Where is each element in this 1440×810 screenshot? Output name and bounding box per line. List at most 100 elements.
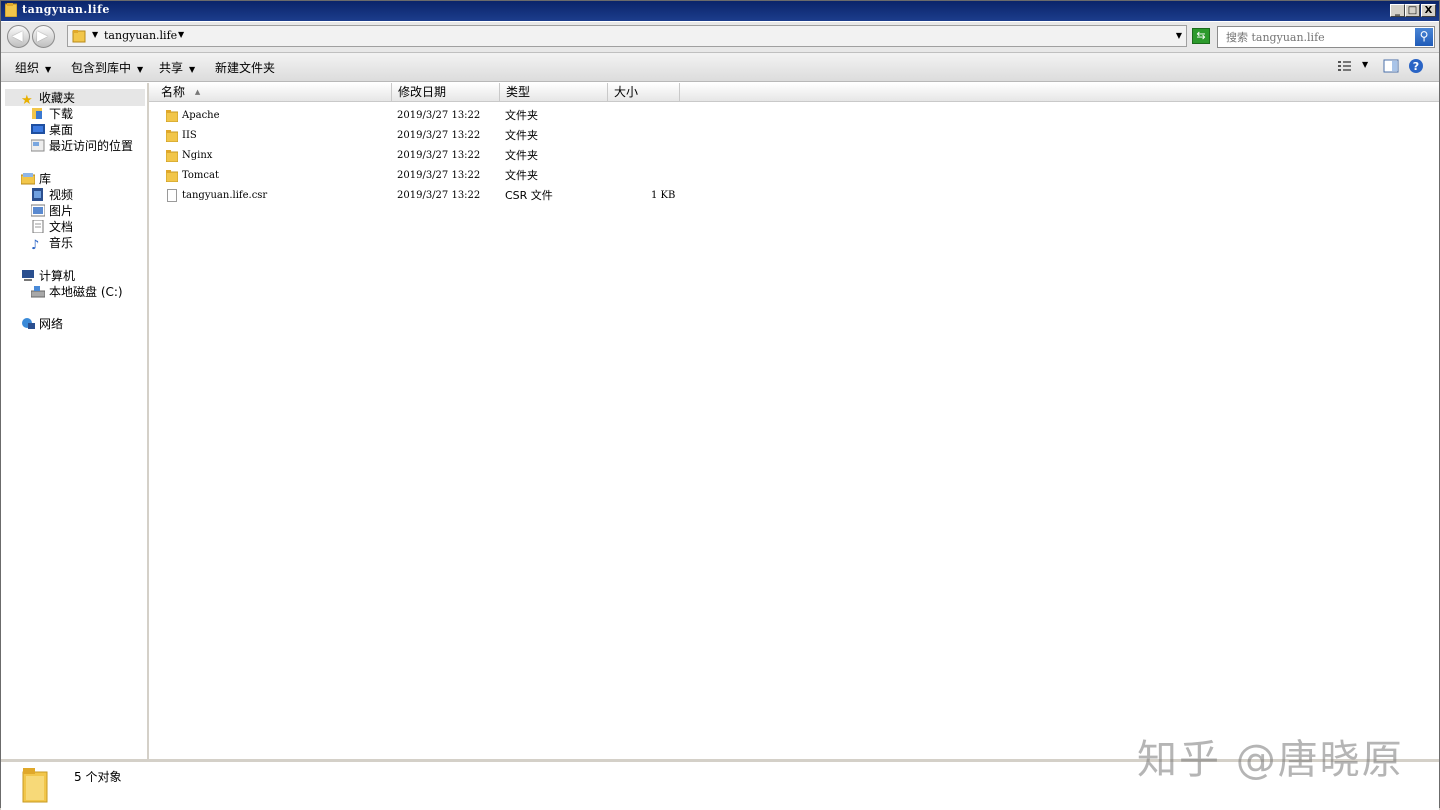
downloads-icon (32, 108, 42, 119)
breadcrumb-current[interactable]: tangyuan.life (104, 29, 177, 42)
nav-label: 文档 (49, 220, 74, 234)
window-title: tangyuan.life (22, 3, 110, 16)
nav-label: 视频 (49, 188, 74, 202)
pictures-icon (31, 204, 45, 217)
video-icon (32, 188, 43, 201)
new-folder-label: 新建文件夹 (215, 61, 276, 75)
file-row-tomcat[interactable]: Tomcat 2019/3/27 13:22 文件夹 (149, 166, 849, 186)
nav-label: 下载 (49, 107, 74, 121)
organize-label: 组织 (15, 61, 40, 75)
column-size-label: 大小 (614, 85, 639, 99)
minimize-button[interactable]: _ (1390, 4, 1405, 17)
chevron-down-icon: ▼ (45, 65, 52, 74)
file-name: Apache (182, 110, 220, 121)
address-dropdown-icon[interactable]: ▼ (1176, 31, 1182, 40)
back-arrow-icon: ◀ (12, 28, 23, 44)
refresh-icon: ⇆ (1196, 29, 1206, 42)
hard-drive-icon (31, 286, 45, 298)
nav-label: 最近访问的位置 (49, 139, 134, 153)
chevron-down-icon: ▼ (189, 65, 196, 74)
view-options-icon[interactable] (1337, 58, 1353, 74)
file-modified: 2019/3/27 13:22 (397, 190, 481, 201)
file-type: 文件夹 (505, 169, 538, 182)
folder-icon (166, 110, 178, 122)
new-folder-button[interactable]: 新建文件夹 (215, 59, 275, 76)
nav-label: 本地磁盘 (C:) (49, 285, 123, 299)
search-box[interactable]: ⚲ (1217, 26, 1435, 48)
forward-button[interactable]: ▶ (32, 25, 55, 48)
music-icon: ♪ (31, 238, 40, 253)
watermark: 知乎 @唐晓原 (1137, 737, 1404, 783)
file-row-csr[interactable]: tangyuan.life.csr 2019/3/27 13:22 CSR 文件… (149, 186, 849, 206)
nav-network[interactable]: 网络 (21, 316, 63, 332)
back-button[interactable]: ◀ (7, 25, 30, 48)
library-icon (21, 173, 35, 185)
computer-icon (22, 270, 34, 281)
folder-icon (166, 150, 178, 162)
file-name: tangyuan.life.csr (182, 190, 268, 201)
refresh-button[interactable]: ⇆ (1192, 28, 1210, 44)
file-list-pane: 名称 ▲ 修改日期 类型 大小 Apache 2019/3/27 13:22 文… (149, 83, 1439, 759)
include-in-library-label: 包含到库中 (71, 61, 132, 75)
nav-libraries[interactable]: 库 (21, 171, 51, 187)
file-type: CSR 文件 (505, 189, 553, 202)
column-header: 名称 ▲ 修改日期 类型 大小 (149, 83, 1439, 102)
folder-icon (166, 130, 178, 142)
file-size: 1 KB (651, 190, 676, 201)
file-row-apache[interactable]: Apache 2019/3/27 13:22 文件夹 (149, 106, 849, 126)
nav-label: 收藏夹 (39, 91, 76, 105)
nav-favorites[interactable]: ★ 收藏夹 (21, 90, 76, 107)
file-name: Tomcat (182, 170, 219, 181)
breadcrumb-chevron-icon[interactable]: ▼ (178, 30, 184, 39)
preview-pane-icon[interactable] (1383, 58, 1399, 74)
column-type[interactable]: 类型 (500, 83, 608, 101)
search-input[interactable] (1224, 29, 1413, 45)
address-bar: ◀ ▶ ▼ tangyuan.life ▼ ▼ ⇆ ⚲ (1, 22, 1439, 53)
documents-icon (32, 220, 44, 233)
item-count: 5 个对象 (74, 770, 122, 784)
nav-item-pictures[interactable]: 图片 (31, 203, 73, 219)
maximize-button[interactable]: □ (1405, 4, 1420, 17)
nav-label: 库 (39, 172, 52, 186)
navigation-pane: ★收藏夹 下载 桌面 最近访问的位置 库 视频 图片 文档 ♪ 音乐 计算机 (3, 83, 149, 759)
column-name[interactable]: 名称 ▲ (149, 83, 392, 101)
breadcrumb-chevron-icon[interactable]: ▼ (92, 30, 98, 39)
column-modified-label: 修改日期 (398, 85, 447, 99)
recent-places-icon (31, 139, 45, 152)
nav-item-desktop[interactable]: 桌面 (31, 122, 73, 138)
share-menu[interactable]: 共享 ▼ (159, 59, 195, 76)
nav-item-documents[interactable]: 文档 (31, 219, 73, 235)
column-name-label: 名称 (161, 85, 186, 99)
nav-item-recent-places[interactable]: 最近访问的位置 (31, 138, 133, 154)
file-modified: 2019/3/27 13:22 (397, 170, 481, 181)
desktop-icon (31, 124, 45, 134)
file-modified: 2019/3/27 13:22 (397, 150, 481, 161)
nav-label: 音乐 (49, 236, 74, 250)
organize-menu[interactable]: 组织 ▼ (15, 59, 51, 76)
file-type: 文件夹 (505, 109, 538, 122)
nav-item-downloads[interactable]: 下载 (31, 106, 73, 122)
file-type: 文件夹 (505, 129, 538, 142)
file-name: Nginx (182, 150, 213, 161)
folder-icon (22, 768, 48, 803)
nav-item-videos[interactable]: 视频 (31, 187, 73, 203)
file-row-nginx[interactable]: Nginx 2019/3/27 13:22 文件夹 (149, 146, 849, 166)
column-size[interactable]: 大小 (608, 83, 680, 101)
search-button[interactable]: ⚲ (1415, 28, 1433, 46)
folder-icon (5, 3, 17, 17)
include-in-library-menu[interactable]: 包含到库中 ▼ (71, 59, 143, 76)
title-bar[interactable]: tangyuan.life _ □ X (1, 1, 1439, 21)
command-bar: 组织 ▼ 包含到库中 ▼ 共享 ▼ 新建文件夹 ▼ ? (1, 53, 1439, 82)
address-field[interactable]: ▼ tangyuan.life ▼ ▼ (67, 25, 1187, 47)
column-modified[interactable]: 修改日期 (392, 83, 500, 101)
folder-icon (72, 30, 86, 43)
help-icon[interactable]: ? (1408, 58, 1424, 74)
view-dropdown-icon[interactable]: ▼ (1362, 60, 1368, 69)
network-icon (22, 318, 35, 329)
file-row-iis[interactable]: IIS 2019/3/27 13:22 文件夹 (149, 126, 849, 146)
nav-computer[interactable]: 计算机 (21, 268, 75, 284)
close-button[interactable]: X (1421, 4, 1436, 17)
nav-item-music[interactable]: ♪ 音乐 (31, 235, 74, 253)
file-type: 文件夹 (505, 149, 538, 162)
nav-item-local-disk-c[interactable]: 本地磁盘 (C:) (31, 284, 123, 300)
